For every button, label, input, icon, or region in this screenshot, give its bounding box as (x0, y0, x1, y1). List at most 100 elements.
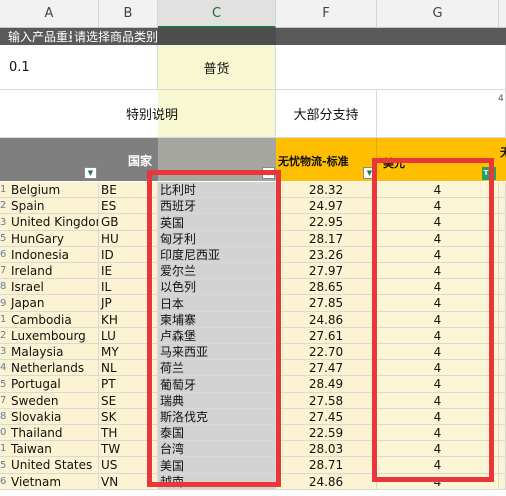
row-number-cell[interactable]: 8 (0, 279, 9, 295)
g-value-cell[interactable]: 4 (377, 474, 499, 490)
chinese-name-cell[interactable]: 泰国 (158, 425, 276, 441)
shipping-price-cell[interactable]: 27.85 (276, 295, 377, 312)
country-name-cell[interactable]: Slovakia (9, 409, 99, 425)
chinese-name-cell[interactable]: 西班牙 (158, 198, 276, 214)
empty-cell[interactable] (276, 45, 506, 90)
h-cell-cell[interactable] (499, 279, 506, 295)
h-cell-cell[interactable] (499, 295, 506, 312)
country-name-cell[interactable]: Israel (9, 279, 99, 295)
country-name-cell[interactable]: Vietnam (9, 474, 99, 490)
column-header-h[interactable] (499, 0, 506, 28)
country-name-cell[interactable]: Cambodia (9, 312, 99, 328)
h-cell-cell[interactable] (499, 198, 506, 214)
filter-dropdown-icon[interactable]: ▼ (363, 167, 376, 179)
chinese-name-cell[interactable]: 美国 (158, 457, 276, 474)
country-name-cell[interactable]: Thailand (9, 425, 99, 441)
country-code-cell[interactable]: BE (99, 182, 158, 198)
g-value-cell[interactable]: 4 (377, 182, 499, 198)
country-code-cell[interactable]: IL (99, 279, 158, 295)
country-name-cell[interactable]: Belgium (9, 182, 99, 198)
chinese-name-cell[interactable]: 斯洛伐克 (158, 409, 276, 425)
g-value-cell[interactable]: 4 (377, 279, 499, 295)
weight-input-cell[interactable]: 0.1 (0, 45, 158, 90)
country-name-cell[interactable]: Netherlands (9, 360, 99, 376)
shipping-price-cell[interactable]: 27.47 (276, 360, 377, 376)
country-code-cell[interactable]: GB (99, 214, 158, 231)
row-number-cell[interactable]: 4 (0, 360, 9, 376)
shipping-price-cell[interactable]: 27.61 (276, 328, 377, 344)
chinese-name-cell[interactable]: 葡萄牙 (158, 376, 276, 393)
country-name-cell[interactable]: Ireland (9, 263, 99, 279)
country-code-cell[interactable]: SE (99, 393, 158, 409)
chinese-name-cell[interactable]: 英国 (158, 214, 276, 231)
support-note-cell[interactable]: 大部分支持 (276, 90, 377, 138)
shipping-price-cell[interactable]: 22.70 (276, 344, 377, 360)
row-number-cell[interactable]: 2 (0, 198, 9, 214)
shipping-price-cell[interactable]: 22.95 (276, 214, 377, 231)
g-value-cell[interactable]: 4 (377, 441, 499, 457)
chinese-name-cell[interactable]: 匈牙利 (158, 231, 276, 247)
country-name-cell[interactable]: Malaysia (9, 344, 99, 360)
row-number-cell[interactable]: 7 (0, 393, 9, 409)
country-code-cell[interactable]: TH (99, 425, 158, 441)
h-cell-cell[interactable] (499, 425, 506, 441)
row-number-cell[interactable]: 0 (0, 425, 9, 441)
chinese-name-cell[interactable]: 台湾 (158, 441, 276, 457)
h-cell-cell[interactable] (499, 376, 506, 393)
category-select-cell[interactable]: 普货 (158, 45, 276, 90)
h-cell-cell[interactable] (499, 328, 506, 344)
h-cell-cell[interactable] (499, 457, 506, 474)
column-header-b[interactable]: B (99, 0, 158, 28)
country-name-cell[interactable]: Luxembourg (9, 328, 99, 344)
g-value-cell[interactable]: 4 (377, 360, 499, 376)
shipping-price-cell[interactable]: 27.58 (276, 393, 377, 409)
country-name-cell[interactable]: Indonesia (9, 247, 99, 263)
country-code-cell[interactable]: JP (99, 295, 158, 312)
row-number-cell[interactable]: 3 (0, 344, 9, 360)
country-code-cell[interactable]: KH (99, 312, 158, 328)
chinese-name-cell[interactable]: 马来西亚 (158, 344, 276, 360)
g-value-cell[interactable]: 4 (377, 231, 499, 247)
shipping-price-cell[interactable]: 24.86 (276, 312, 377, 328)
country-name-cell[interactable]: United Kingdom (9, 214, 99, 231)
h-cell-cell[interactable] (499, 344, 506, 360)
sort-filter-icon[interactable]: T↓ (482, 167, 496, 180)
h-cell-cell[interactable] (499, 441, 506, 457)
h-cell-cell[interactable] (499, 182, 506, 198)
row-number-cell[interactable]: 8 (0, 409, 9, 425)
column-header-g[interactable]: G (377, 0, 499, 28)
row-number-cell[interactable]: 5 (0, 231, 9, 247)
country-name-cell[interactable]: Japan (9, 295, 99, 312)
country-code-cell[interactable]: NL (99, 360, 158, 376)
country-name-cell[interactable]: Taiwan (9, 441, 99, 457)
selected-col-dark-cell[interactable] (158, 28, 276, 45)
country-code-cell[interactable]: TW (99, 441, 158, 457)
shipping-price-cell[interactable]: 24.97 (276, 198, 377, 214)
chinese-name-cell[interactable]: 越南 (158, 474, 276, 490)
shipping-price-cell[interactable]: 22.59 (276, 425, 377, 441)
chinese-name-cell[interactable]: 爱尔兰 (158, 263, 276, 279)
chinese-name-cell[interactable]: 荷兰 (158, 360, 276, 376)
h-cell-cell[interactable] (499, 231, 506, 247)
country-code-cell[interactable]: ID (99, 247, 158, 263)
g-value-cell[interactable]: 4 (377, 198, 499, 214)
row-number-cell[interactable]: 5 (0, 457, 9, 474)
country-code-cell[interactable]: PT (99, 376, 158, 393)
shipping-price-cell[interactable]: 27.45 (276, 409, 377, 425)
country-name-cell[interactable]: United States (9, 457, 99, 474)
shipping-price-cell[interactable]: 28.71 (276, 457, 377, 474)
row-number-cell[interactable]: 7 (0, 263, 9, 279)
country-header-cell-c[interactable] (158, 138, 276, 181)
chinese-name-cell[interactable]: 印度尼西亚 (158, 247, 276, 263)
country-code-cell[interactable]: SK (99, 409, 158, 425)
g-value-cell[interactable]: 4 (377, 214, 499, 231)
country-code-cell[interactable]: VN (99, 474, 158, 490)
column-header-c[interactable]: C (158, 0, 276, 28)
g-value-cell[interactable]: 4 (377, 312, 499, 328)
h-cell-cell[interactable] (499, 263, 506, 279)
shipping-price-cell[interactable]: 28.49 (276, 376, 377, 393)
shipping-price-cell[interactable]: 23.26 (276, 247, 377, 263)
row-number-cell[interactable]: 6 (0, 247, 9, 263)
country-name-cell[interactable]: Portugal (9, 376, 99, 393)
shipping-price-cell[interactable]: 28.65 (276, 279, 377, 295)
